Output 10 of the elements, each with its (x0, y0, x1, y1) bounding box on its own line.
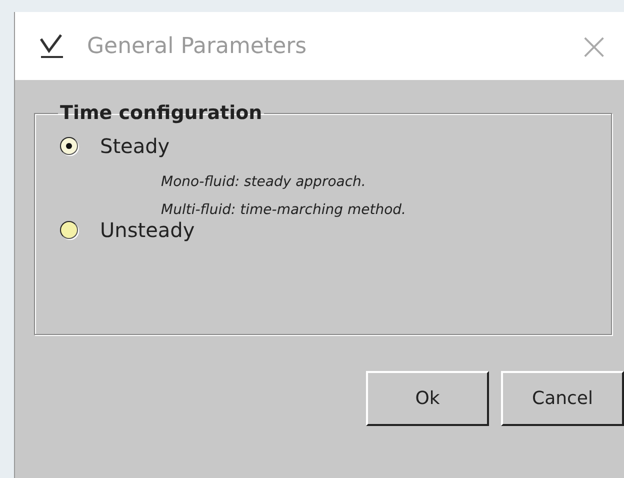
radio-label: Unsteady (100, 218, 195, 242)
window-title: General Parameters (87, 34, 308, 58)
radio-label: Steady (100, 134, 170, 158)
description-text: Multi-fluid: time-marching method. (161, 202, 407, 218)
dialog-button[interactable]: Cancel (501, 371, 624, 426)
group-title: Time configuration (59, 102, 264, 124)
radio-button[interactable] (60, 221, 78, 239)
description-text: Mono-fluid: steady approach. (161, 174, 367, 190)
dialog-button[interactable]: Ok (366, 371, 489, 426)
radio-button[interactable] (60, 137, 78, 155)
